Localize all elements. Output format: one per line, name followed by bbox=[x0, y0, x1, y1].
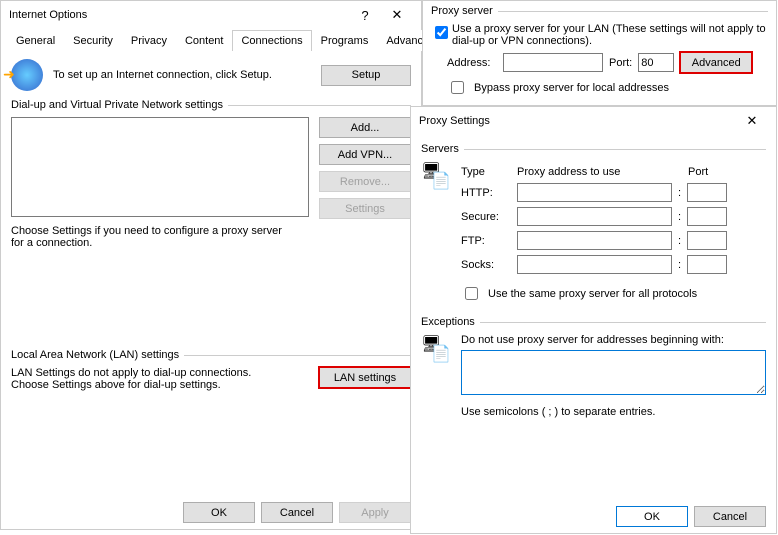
dialup-group-label: Dial-up and Virtual Private Network sett… bbox=[11, 99, 223, 111]
ps-titlebar: Proxy Settings ✕ bbox=[411, 107, 776, 135]
choose-settings-text: Choose Settings if you need to configure… bbox=[11, 225, 291, 249]
servers-icon bbox=[421, 161, 453, 193]
bypass-label: Bypass proxy server for local addresses bbox=[474, 82, 669, 94]
http-port-input[interactable] bbox=[687, 183, 727, 202]
setup-button[interactable]: Setup bbox=[321, 65, 411, 86]
same-proxy-label: Use the same proxy server for all protoc… bbox=[488, 288, 697, 300]
io-tabs: General Security Privacy Content Connect… bbox=[7, 29, 415, 51]
tab-security[interactable]: Security bbox=[64, 30, 122, 51]
socks-label: Socks: bbox=[461, 259, 511, 271]
address-label: Address: bbox=[447, 57, 497, 69]
ps-close-button[interactable]: ✕ bbox=[736, 109, 768, 133]
remove-button[interactable]: Remove... bbox=[319, 171, 411, 192]
ftp-label: FTP: bbox=[461, 235, 511, 247]
io-cancel-button[interactable]: Cancel bbox=[261, 502, 333, 523]
globe-icon bbox=[11, 59, 43, 91]
ftp-address-input[interactable] bbox=[517, 231, 672, 250]
tab-privacy[interactable]: Privacy bbox=[122, 30, 176, 51]
same-proxy-checkbox[interactable] bbox=[465, 287, 478, 300]
secure-port-input[interactable] bbox=[687, 207, 727, 226]
setup-text: To set up an Internet connection, click … bbox=[53, 69, 321, 81]
bypass-checkbox[interactable] bbox=[451, 81, 464, 94]
exceptions-hint: Use semicolons ( ; ) to separate entries… bbox=[461, 406, 766, 418]
proxy-server-group-label: Proxy server bbox=[431, 5, 493, 17]
connections-listbox[interactable] bbox=[11, 117, 309, 217]
ftp-port-input[interactable] bbox=[687, 231, 727, 250]
add-vpn-button[interactable]: Add VPN... bbox=[319, 144, 411, 165]
ps-title: Proxy Settings bbox=[419, 115, 736, 127]
io-titlebar: Internet Options ? ✕ bbox=[1, 1, 421, 29]
exceptions-group-label: Exceptions bbox=[421, 316, 475, 328]
http-label: HTTP: bbox=[461, 187, 511, 199]
socks-port-input[interactable] bbox=[687, 255, 727, 274]
proxy-settings-dialog: Proxy Settings ✕ Servers Type Proxy addr… bbox=[410, 106, 777, 534]
advanced-button[interactable]: Advanced bbox=[680, 52, 752, 73]
type-header: Type bbox=[461, 166, 511, 178]
address-input[interactable] bbox=[503, 53, 603, 72]
servers-group-label: Servers bbox=[421, 143, 459, 155]
ps-cancel-button[interactable]: Cancel bbox=[694, 506, 766, 527]
secure-label: Secure: bbox=[461, 211, 511, 223]
internet-options-dialog: Internet Options ? ✕ General Security Pr… bbox=[0, 0, 422, 530]
secure-address-input[interactable] bbox=[517, 207, 672, 226]
exceptions-text: Do not use proxy server for addresses be… bbox=[461, 334, 766, 346]
use-proxy-checkbox[interactable] bbox=[435, 26, 448, 39]
close-button[interactable]: ✕ bbox=[381, 3, 413, 27]
lan-text-2: Choose Settings above for dial-up settin… bbox=[11, 379, 309, 391]
tab-general[interactable]: General bbox=[7, 30, 64, 51]
ps-ok-button[interactable]: OK bbox=[616, 506, 688, 527]
socks-address-input[interactable] bbox=[517, 255, 672, 274]
io-apply-button[interactable]: Apply bbox=[339, 502, 411, 523]
exceptions-icon bbox=[421, 334, 453, 366]
tab-content[interactable]: Content bbox=[176, 30, 233, 51]
settings-button[interactable]: Settings bbox=[319, 198, 411, 219]
address-header: Proxy address to use bbox=[517, 166, 682, 178]
exceptions-textarea[interactable] bbox=[461, 350, 766, 395]
tab-programs[interactable]: Programs bbox=[312, 30, 378, 51]
lan-text-1: LAN Settings do not apply to dial-up con… bbox=[11, 367, 309, 379]
lan-settings-fragment: Proxy server Use a proxy server for your… bbox=[422, 0, 777, 106]
port-header: Port bbox=[688, 166, 708, 178]
use-proxy-label: Use a proxy server for your LAN (These s… bbox=[452, 23, 768, 47]
help-button[interactable]: ? bbox=[349, 3, 381, 27]
lan-group-label: Local Area Network (LAN) settings bbox=[11, 349, 179, 361]
io-ok-button[interactable]: OK bbox=[183, 502, 255, 523]
port-input[interactable] bbox=[638, 53, 674, 72]
tab-connections[interactable]: Connections bbox=[232, 30, 311, 51]
port-label: Port: bbox=[609, 57, 632, 69]
io-title: Internet Options bbox=[9, 9, 349, 21]
add-button[interactable]: Add... bbox=[319, 117, 411, 138]
lan-settings-button[interactable]: LAN settings bbox=[319, 367, 411, 388]
http-address-input[interactable] bbox=[517, 183, 672, 202]
